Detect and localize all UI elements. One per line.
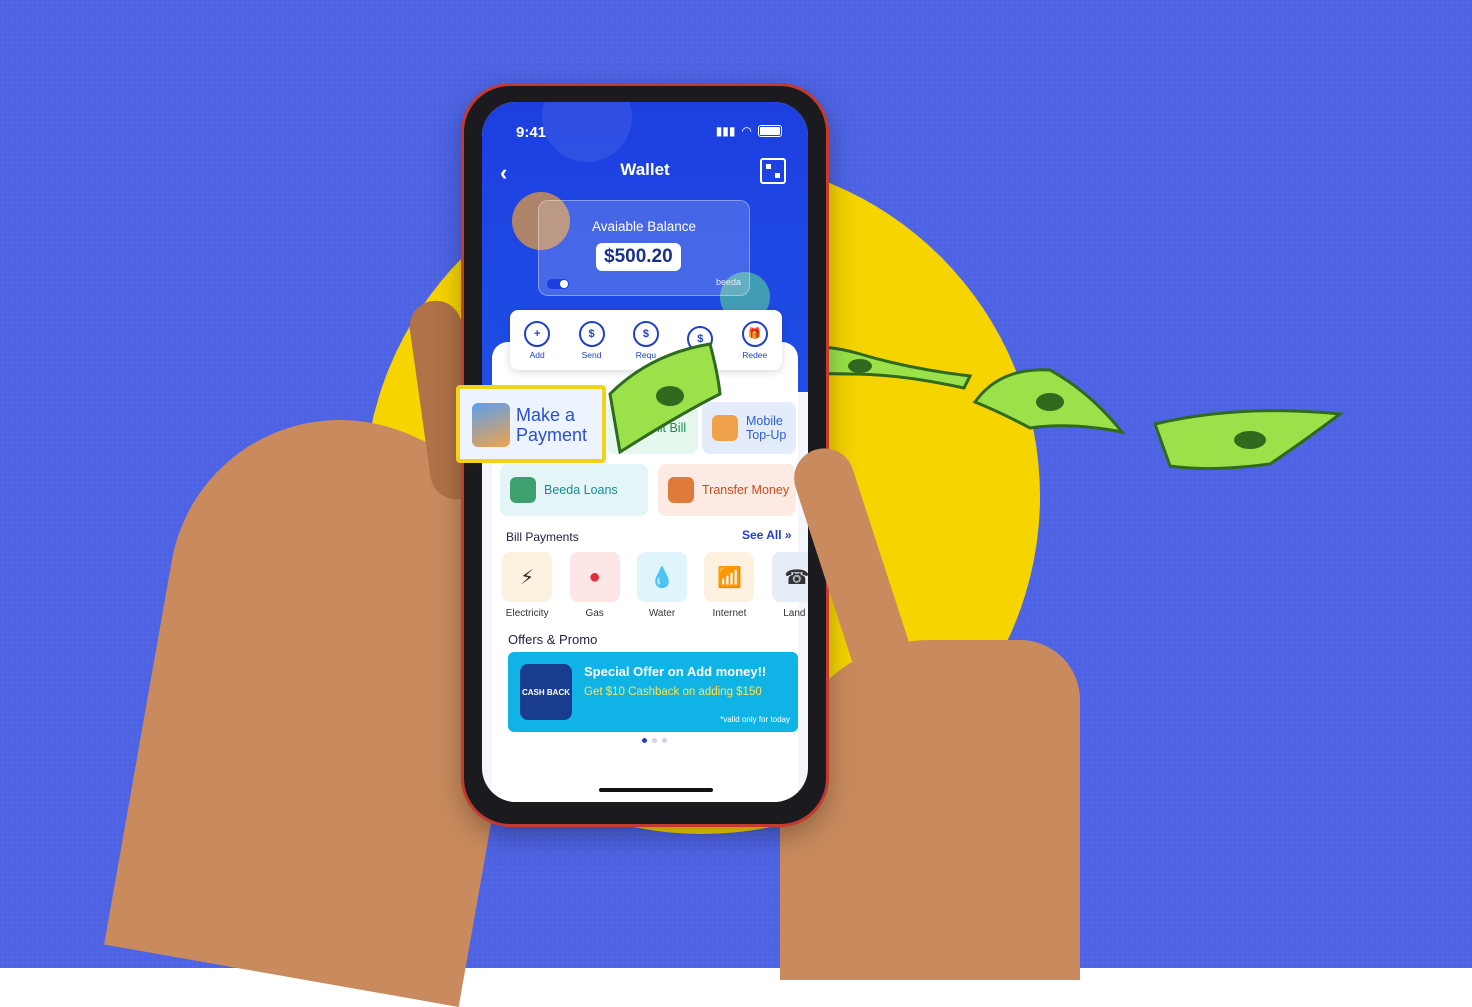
promo-banner[interactable]: CASH BACK Special Offer on Add money!! G…: [508, 652, 798, 732]
gift-icon: 🎁: [741, 320, 768, 347]
action-label: Redee: [742, 349, 768, 360]
bill-payments-title: Bill Payments: [506, 530, 579, 544]
balance-visibility-toggle[interactable]: [547, 279, 569, 289]
carousel-dots[interactable]: [642, 738, 667, 743]
telephone-icon: ☎: [771, 552, 808, 602]
bill-item-gas[interactable]: ● Gas: [569, 552, 620, 619]
promo-title: Special Offer on Add money!!: [584, 664, 767, 679]
transfer-label: Transfer Money: [702, 483, 790, 497]
action-label: Add: [529, 349, 545, 360]
see-all-link[interactable]: See All »: [742, 528, 792, 542]
transfer-money-tile[interactable]: Transfer Money: [658, 464, 796, 516]
promo-note: *valid only for today: [720, 715, 790, 724]
make-payment-tile[interactable]: Make a Payment: [456, 385, 606, 463]
money-bill-icon: [972, 368, 1126, 435]
add-card-icon: +: [524, 320, 551, 347]
money-bill-icon: [1153, 409, 1344, 471]
bill-item-internet[interactable]: 📶 Internet: [704, 552, 755, 619]
qr-code-icon[interactable]: [760, 158, 786, 184]
bill-item-water[interactable]: 💧 Water: [637, 552, 688, 619]
brand-logo: beeda: [715, 277, 741, 287]
balance-label: Avaiable Balance: [591, 219, 697, 234]
balance-amount: $500.20: [596, 243, 681, 271]
bill-item-label: Water: [648, 608, 676, 619]
money-bill-icon: [608, 342, 722, 454]
wifi-icon: ◠: [741, 124, 752, 138]
transfer-icon: [668, 477, 694, 503]
make-payment-label: Make a Payment: [516, 405, 588, 445]
carousel-dot[interactable]: [642, 738, 647, 743]
carousel-dot[interactable]: [652, 738, 657, 743]
bill-item-electricity[interactable]: ⚡ Electricity: [502, 552, 553, 619]
cashback-phone-icon: CASH BACK: [520, 664, 572, 720]
router-icon: 📶: [704, 552, 755, 602]
action-add[interactable]: + Add: [524, 320, 551, 360]
mobile-topup-label: Mobile Top-Up: [746, 414, 787, 442]
bill-payments-list: ⚡ Electricity ● Gas 💧 Water 📶 Internet ☎…: [502, 552, 808, 619]
electricity-icon: ⚡: [502, 552, 553, 602]
bill-item-landline[interactable]: ☎ Land l: [771, 552, 808, 619]
payment-hand-icon: [472, 403, 510, 447]
bill-item-label: Internet: [712, 608, 747, 619]
status-icons: ▮▮▮ ◠: [716, 124, 782, 138]
offers-title: Offers & Promo: [508, 632, 598, 647]
promo-subtitle: Get $10 Cashback on adding $150: [584, 686, 762, 698]
bill-item-label: Land l: [783, 608, 808, 619]
action-redeem[interactable]: 🎁 Redee: [741, 320, 768, 360]
balance-card: Avaiable Balance $500.20 beeda: [538, 200, 750, 296]
gas-cylinder-icon: ●: [569, 552, 620, 602]
action-label: Send: [581, 349, 602, 360]
bill-item-label: Gas: [585, 608, 604, 619]
loans-label: Beeda Loans: [544, 483, 618, 497]
carousel-dot[interactable]: [662, 738, 667, 743]
money-bag-icon: [510, 477, 536, 503]
signal-icon: ▮▮▮: [715, 124, 736, 138]
home-indicator[interactable]: [599, 788, 713, 792]
bill-item-label: Electricity: [505, 608, 549, 619]
status-time: 9:41: [516, 124, 547, 141]
water-drop-icon: 💧: [637, 552, 688, 602]
cashback-badge: CASH BACK: [522, 687, 570, 697]
loans-tile[interactable]: Beeda Loans: [500, 464, 648, 516]
battery-icon: [758, 125, 782, 137]
